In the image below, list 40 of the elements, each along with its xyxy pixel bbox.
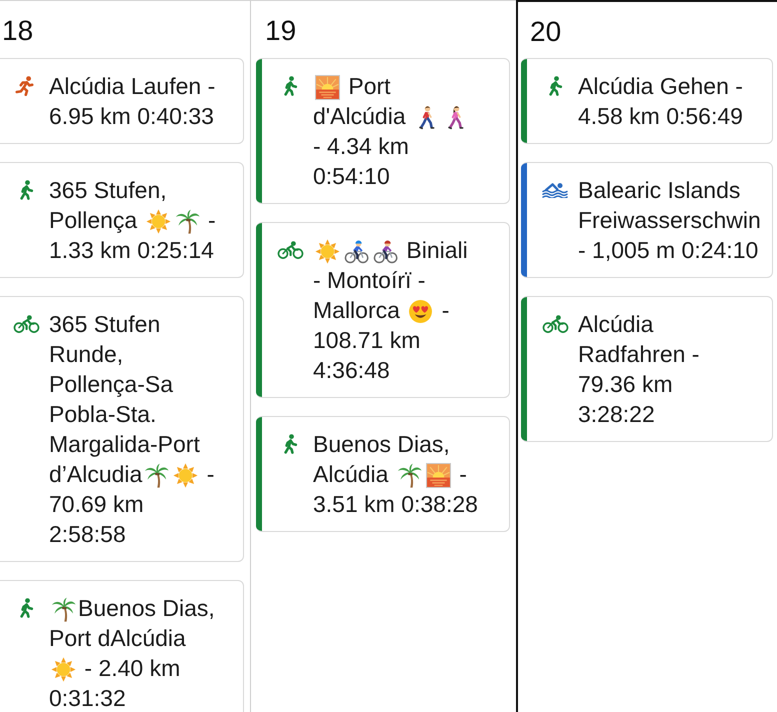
activity-card[interactable]: Buenos Dias, Port dAlcúdia - 2.40 km 0:31:32 (0, 580, 244, 712)
sun-icon (146, 209, 171, 234)
activity-title: Port d'Alcúdia - 4.34 km 0:54:10 (313, 71, 480, 191)
activity-title: Buenos Dias, Alcúdia - 3.51 km 0:38:28 (313, 430, 479, 519)
activity-title: Alcúdia Radfahren - 79.36 km 3:28:22 (578, 310, 700, 429)
cyclist-icon (276, 241, 304, 259)
activity-card[interactable]: Port d'Alcúdia - 4.34 km 0:54:10 (256, 58, 510, 204)
activity-title: Alcúdia Gehen - 4.58 km 0:56:49 (578, 72, 744, 131)
cyclist-icon (373, 239, 398, 264)
day-number: 20 (530, 16, 562, 47)
cyclist-icon (344, 239, 369, 264)
activity-title: Alcúdia Laufen - 6.95 km 0:40:33 (49, 72, 216, 131)
activity-title: Biniali - Montoírï - Mallorca - 108.71 km 4:36:48 (313, 236, 469, 385)
sun-icon (173, 463, 198, 488)
swimmer-icon (542, 181, 568, 198)
activity-card[interactable]: 365 Stufen Runde, Pollença-Sa Pobla-Sta. Margalida-Port d’Alcudia - 70.69 km 2:58:58 (0, 296, 244, 562)
activity-card[interactable]: Balearic Islands Freiwasserschwin - 1,005 m 0:24:10 (521, 162, 773, 278)
palm-tree-icon (51, 597, 76, 622)
activity-title: Buenos Dias, Port dAlcúdia - 2.40 km 0:31:32 (49, 594, 216, 712)
palm-tree-icon (174, 209, 200, 234)
activity-card[interactable]: Buenos Dias, Alcúdia - 3.51 km 0:38:28 (256, 416, 510, 532)
activity-title: 365 Stufen, Pollença - 1.33 km 0:25:14 (49, 176, 216, 265)
sunrise-icon (315, 75, 340, 100)
cyclist-icon (542, 315, 568, 333)
activity-title: 365 Stufen Runde, Pollença-Sa Pobla-Sta. Margalida-Port d’Alcudia - 70.69 km 2:58:58 (49, 310, 216, 549)
sun-icon (51, 657, 76, 682)
activity-card[interactable]: 365 Stufen, Pollença - 1.33 km 0:25:14 (0, 162, 244, 278)
sunrise-icon (426, 463, 451, 488)
day-number: 18 (2, 15, 34, 46)
activity-card[interactable]: Alcúdia Laufen - 6.95 km 0:40:33 (0, 58, 244, 144)
cyclist-icon (12, 315, 40, 333)
palm-tree-icon (396, 463, 422, 488)
sun-icon (315, 239, 340, 264)
activity-card[interactable]: Biniali - Montoírï - Mallorca - 108.71 km 4:36:48 (256, 222, 510, 398)
heart-eyes-face-icon (408, 299, 434, 324)
palm-tree-icon (144, 463, 170, 488)
activity-title: Balearic Islands Freiwasserschwin - 1,005 m 0:24:10 (578, 176, 761, 265)
day-number: 19 (265, 15, 296, 46)
activity-card[interactable]: Alcúdia Gehen - 4.58 km 0:56:49 (521, 58, 773, 144)
activity-card[interactable]: Alcúdia Radfahren - 79.36 km 3:28:22 (521, 296, 773, 442)
